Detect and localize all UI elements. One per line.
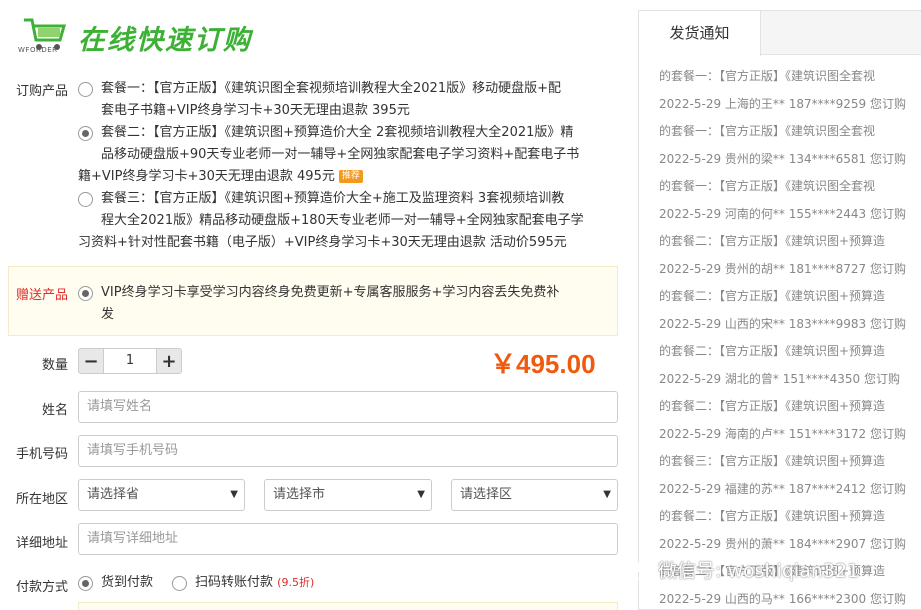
package-3-text[interactable]: 套餐三：【官方正版】《建筑识图+预算造价大全+施工及监理资料 3套视频培训教 程…	[78, 188, 623, 254]
order-page: WFORDER 在线快速订购 订购产品 套餐一：【官方正版】《建筑识图全套视频培…	[0, 0, 921, 610]
logo-text: WFORDER	[18, 46, 58, 54]
notice-line: 2022-5-29 上海的王** 187****9259 您订购	[659, 96, 906, 111]
phone-input[interactable]: 请填写手机号码	[78, 435, 618, 467]
shipping-notice-panel: 发货通知 的套餐一：【官方正版】《建筑识图全套视 2022-5-29 上海的王**…	[638, 10, 921, 610]
notice-line: 的套餐一：【官方正版】《建筑识图全套视	[659, 124, 876, 138]
notice-line: 2022-5-29 贵州的梁** 134****6581 您订购	[659, 151, 906, 166]
package-1-radio[interactable]	[78, 82, 93, 97]
quantity-plus-button[interactable]: +	[156, 348, 182, 374]
order-form: 订购产品 套餐一：【官方正版】《建筑识图全套视频培训教程大全2021版》移动硬盘…	[0, 68, 630, 610]
gift-label: 赠送产品	[15, 288, 68, 303]
package-2-text[interactable]: 套餐二：【官方正版】《建筑识图+预算造价大全 2套视频培训教程大全2021版》精…	[78, 122, 623, 188]
notice-line: 2022-5-29 湖北的曾* 151****4350 您订购	[659, 371, 900, 386]
notice-line: 2022-5-29 海南的卢** 151****3172 您订购	[659, 426, 906, 441]
chevron-down-icon: ▼	[603, 489, 611, 500]
cod-radio[interactable]	[78, 576, 93, 591]
total-price: ￥495.00	[490, 349, 596, 379]
scan-pay-label[interactable]: 扫码转账付款 (9.5折)	[195, 572, 314, 594]
province-select[interactable]: 请选择省 ▼	[78, 479, 245, 511]
chevron-down-icon: ▼	[230, 489, 238, 500]
header: WFORDER 在线快速订购	[0, 0, 630, 68]
district-select[interactable]: 请选择区 ▼	[451, 479, 618, 511]
notice-line: 2022-5-29 山西的宋** 183****9983 您订购	[659, 316, 906, 331]
notice-line: 的套餐二：【官方正版】《建筑识图+预算造	[659, 289, 886, 303]
address-input[interactable]: 请填写详细地址	[78, 523, 618, 555]
notice-line: 2022-5-29 河南的何** 155****2443 您订购	[659, 206, 906, 221]
notice-list: 的套餐一：【官方正版】《建筑识图全套视 2022-5-29 上海的王** 187*…	[659, 63, 921, 609]
wechat-icon	[616, 557, 647, 580]
page-title: 在线快速订购	[78, 25, 252, 56]
discount-note: (9.5折)	[277, 576, 315, 589]
scan-pay-radio[interactable]	[172, 576, 187, 591]
panel-header: 发货通知	[639, 11, 921, 56]
quantity-minus-button[interactable]: −	[78, 348, 104, 374]
recommend-badge: 推荐	[338, 170, 363, 183]
notice-line: 的套餐二：【官方正版】《建筑识图+预算造	[659, 234, 886, 248]
region-label: 所在地区	[15, 492, 68, 507]
phone-label: 手机号码	[15, 447, 68, 462]
notice-line: 2022-5-29 贵州的胡** 181****8727 您订购	[659, 261, 906, 276]
name-label: 姓名	[41, 403, 68, 418]
quantity-label: 数量	[41, 358, 68, 373]
notice-line: 2022-5-29 山西的马** 166****2300 您订购	[659, 591, 906, 606]
watermark-text: 微信号: woshiqian321	[658, 559, 860, 582]
notice-line: 的套餐二：【官方正版】《建筑识图+预算造	[659, 509, 886, 523]
chevron-down-icon: ▼	[417, 489, 425, 500]
cod-label[interactable]: 货到付款	[101, 572, 153, 594]
product-label: 订购产品	[15, 84, 68, 99]
quantity-input[interactable]: 1	[104, 348, 156, 374]
city-select[interactable]: 请选择市 ▼	[264, 479, 432, 511]
notice-line: 的套餐一：【官方正版】《建筑识图全套视	[659, 69, 876, 83]
notice-line: 的套餐二：【官方正版】《建筑识图+预算造	[659, 344, 886, 358]
notice-line: 的套餐一：【官方正版】《建筑识图全套视	[659, 179, 876, 193]
gift-text: VIP终身学习卡享受学习内容终身免费更新+专属客服服务+学习内容丢失免费补 发	[101, 285, 560, 322]
notice-line: 的套餐二：【官方正版】《建筑识图+预算造	[659, 399, 886, 413]
tab-shipping-notice[interactable]: 发货通知	[639, 11, 761, 56]
payment-label: 付款方式	[15, 580, 68, 595]
name-input[interactable]: 请填写姓名	[78, 391, 618, 423]
payment-info-box	[78, 602, 618, 610]
notice-line: 的套餐三：【官方正版】《建筑识图+预算造	[659, 454, 886, 468]
notice-line: 2022-5-29 福建的苏** 187****2412 您订购	[659, 481, 906, 496]
quantity-stepper: − 1 +	[78, 348, 182, 374]
wechat-watermark: 微信号: woshiqian321	[616, 554, 859, 584]
package-1-text[interactable]: 套餐一：【官方正版】《建筑识图全套视频培训教程大全2021版》移动硬盘版+配 套…	[101, 78, 621, 122]
gift-radio[interactable]	[78, 286, 93, 301]
address-label: 详细地址	[15, 536, 68, 551]
